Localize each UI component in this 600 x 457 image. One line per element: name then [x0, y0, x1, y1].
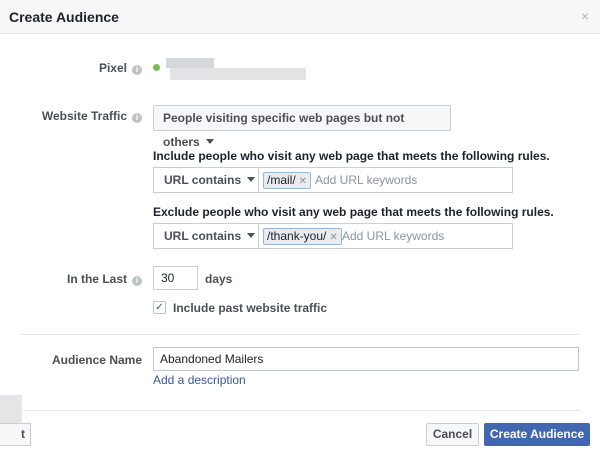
website-traffic-label-text: Website Traffic [41, 109, 127, 123]
redacted-pixel-id [170, 68, 306, 80]
exclude-operator-dropdown[interactable]: URL contains [154, 224, 259, 248]
exclude-keyword-input[interactable] [342, 224, 507, 248]
info-icon[interactable]: i [132, 65, 142, 75]
include-operator-dropdown[interactable]: URL contains [154, 168, 259, 192]
pixel-status-icon [153, 64, 160, 71]
info-icon[interactable]: i [132, 113, 142, 123]
in-the-last-label: In the Last i [40, 272, 142, 286]
include-keyword-input[interactable] [315, 168, 505, 192]
remove-token-icon[interactable]: ✕ [299, 176, 307, 187]
caret-down-icon [247, 177, 256, 182]
redacted-pixel-name [166, 58, 214, 68]
exclude-operator-label: URL contains [164, 229, 242, 243]
include-rule-heading: Include people who visit any web page th… [153, 149, 550, 163]
audience-name-label: Audience Name [51, 353, 142, 367]
include-token-text: /mail/ [267, 173, 296, 187]
footer-left-button[interactable]: t [0, 423, 31, 446]
days-input[interactable] [153, 266, 198, 290]
dialog-title: Create Audience [9, 9, 119, 25]
in-the-last-label-text: In the Last [66, 272, 127, 286]
past-traffic-checkbox[interactable]: ✓ [153, 301, 166, 314]
footer-divider [20, 410, 580, 411]
website-traffic-value: People visiting specific web pages but n… [163, 111, 405, 149]
create-audience-button[interactable]: Create Audience [484, 423, 590, 446]
pixel-label-text: Pixel [98, 61, 127, 75]
website-traffic-label: Website Traffic i [20, 109, 142, 123]
close-icon[interactable]: × [581, 9, 589, 23]
include-operator-label: URL contains [164, 173, 242, 187]
exclude-token-text: /thank-you/ [267, 229, 327, 243]
exclude-url-token: /thank-you/✕ [263, 228, 342, 245]
caret-down-icon [247, 233, 256, 238]
exclude-rule-row: URL contains /thank-you/✕ [153, 223, 513, 249]
divider [20, 334, 580, 335]
info-icon[interactable]: i [132, 276, 142, 286]
dialog-header: Create Audience × [0, 0, 600, 34]
include-rule-row: URL contains /mail/✕ [153, 167, 513, 193]
pixel-label: Pixel i [60, 61, 142, 75]
website-traffic-dropdown[interactable]: People visiting specific web pages but n… [153, 105, 451, 149]
include-url-token: /mail/✕ [263, 172, 312, 189]
remove-token-icon[interactable]: ✕ [329, 232, 337, 243]
caret-down-icon [205, 139, 214, 144]
add-description-link[interactable]: Add a description [153, 373, 246, 387]
cancel-button[interactable]: Cancel [426, 423, 479, 446]
exclude-rule-heading: Exclude people who visit any web page th… [153, 205, 554, 219]
past-traffic-label: Include past website traffic [173, 301, 328, 315]
days-unit: days [205, 272, 233, 286]
audience-name-input[interactable] [153, 347, 579, 371]
